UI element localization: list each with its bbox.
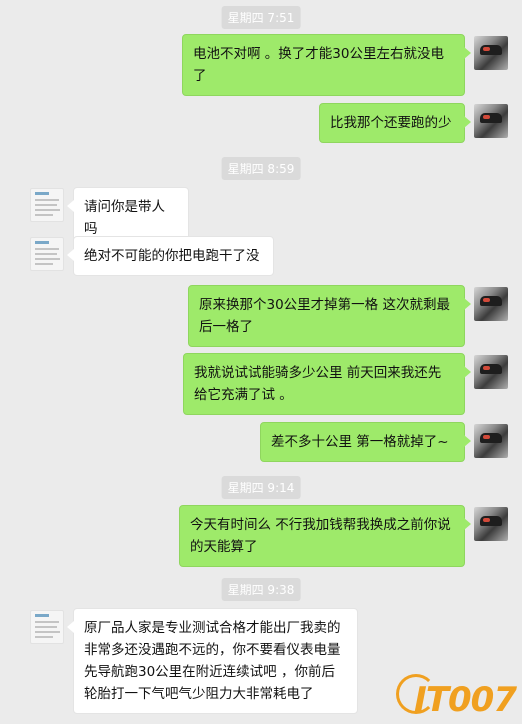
my-avatar[interactable] bbox=[474, 36, 508, 70]
timestamp: 星期四 9:38 bbox=[221, 578, 301, 601]
timestamp: 星期四 7:51 bbox=[221, 6, 301, 29]
timestamp: 星期四 9:14 bbox=[221, 476, 301, 499]
my-message-bubble[interactable]: 我就说试试能骑多少公里 前天回来我还先给它充满了试 。 bbox=[183, 353, 471, 415]
contact-avatar[interactable] bbox=[30, 610, 64, 644]
my-message-bubble[interactable]: 今天有时间么 不行我加钱帮我换成之前你说的天能算了 bbox=[179, 505, 471, 567]
my-avatar[interactable] bbox=[474, 355, 508, 389]
my-message-bubble[interactable]: 差不多十公里 第一格就掉了~ bbox=[260, 422, 471, 462]
contact-message-bubble[interactable]: 绝对不可能的你把电跑干了没 bbox=[67, 236, 274, 276]
contact-avatar[interactable] bbox=[30, 237, 64, 271]
my-message-bubble[interactable]: 原来换那个30公里才掉第一格 这次就剩最后一格了 bbox=[188, 285, 471, 347]
contact-message-bubble[interactable]: 原厂品人家是专业测试合格才能出厂我卖的非常多还没遇跑不远的，你不要看仪表电量先导… bbox=[67, 608, 358, 714]
watermark-logo: IT007 bbox=[414, 680, 517, 720]
my-message-bubble[interactable]: 电池不对啊 。换了才能30公里左右就没电了 bbox=[182, 34, 471, 96]
my-message-bubble[interactable]: 比我那个还要跑的少 bbox=[319, 103, 471, 143]
my-avatar[interactable] bbox=[474, 104, 508, 138]
timestamp: 星期四 8:59 bbox=[221, 157, 301, 180]
my-avatar[interactable] bbox=[474, 424, 508, 458]
contact-avatar[interactable] bbox=[30, 188, 64, 222]
my-avatar[interactable] bbox=[474, 507, 508, 541]
my-avatar[interactable] bbox=[474, 287, 508, 321]
